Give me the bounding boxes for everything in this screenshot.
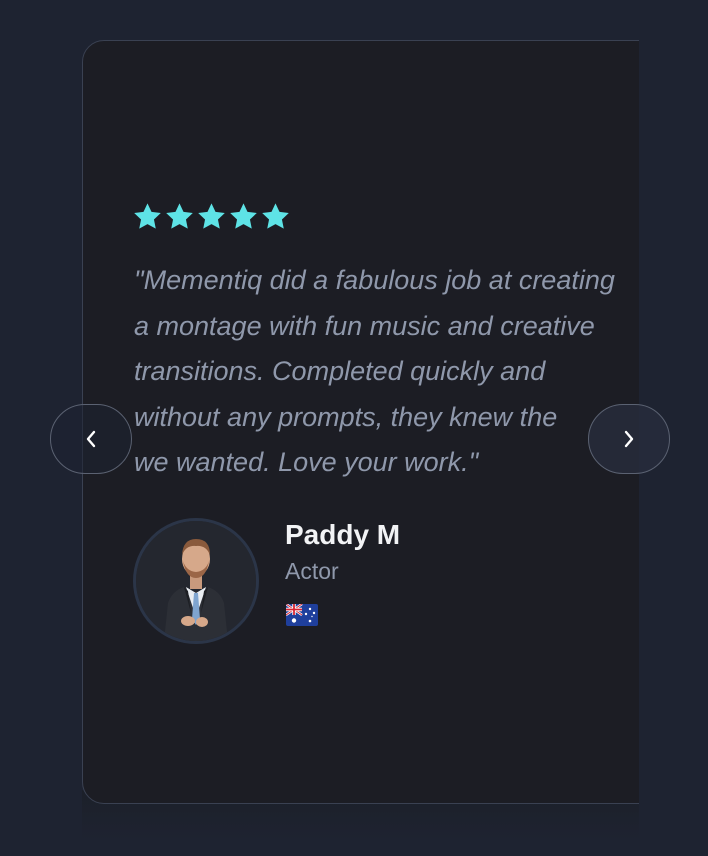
author-role: Actor bbox=[285, 558, 339, 584]
testimonial-card: "Mementiq did a fabulous job at creating… bbox=[82, 40, 639, 804]
quote-line: without any prompts, they knew the bbox=[134, 401, 558, 432]
star-icon bbox=[164, 201, 195, 232]
testimonial-section: "Mementiq did a fabulous job at creating… bbox=[0, 0, 708, 856]
quote-line: "Mementiq did a fabulous job at creating bbox=[134, 265, 615, 295]
quote-line: a montage with fun music and creative bbox=[134, 310, 595, 341]
carousel-viewport: "Mementiq did a fabulous job at creating… bbox=[82, 40, 639, 840]
star-icon bbox=[228, 201, 259, 232]
star-icon bbox=[132, 201, 163, 232]
australia-flag-icon bbox=[286, 604, 318, 626]
previous-slide-button[interactable] bbox=[50, 404, 132, 474]
star-icon bbox=[260, 201, 291, 232]
quote-line: we wanted. Love your work." bbox=[134, 447, 479, 477]
quote-line: transitions. Completed quickly and bbox=[134, 356, 546, 386]
chevron-right-icon bbox=[621, 429, 637, 449]
next-slide-button[interactable] bbox=[588, 404, 670, 474]
author-name: Paddy M bbox=[285, 519, 401, 550]
star-icon bbox=[196, 201, 227, 232]
star-rating bbox=[132, 201, 291, 232]
author-avatar bbox=[133, 518, 259, 644]
chevron-left-icon bbox=[83, 429, 99, 449]
testimonial-quote: "Mementiq did a fabulous job at creating… bbox=[134, 258, 639, 486]
